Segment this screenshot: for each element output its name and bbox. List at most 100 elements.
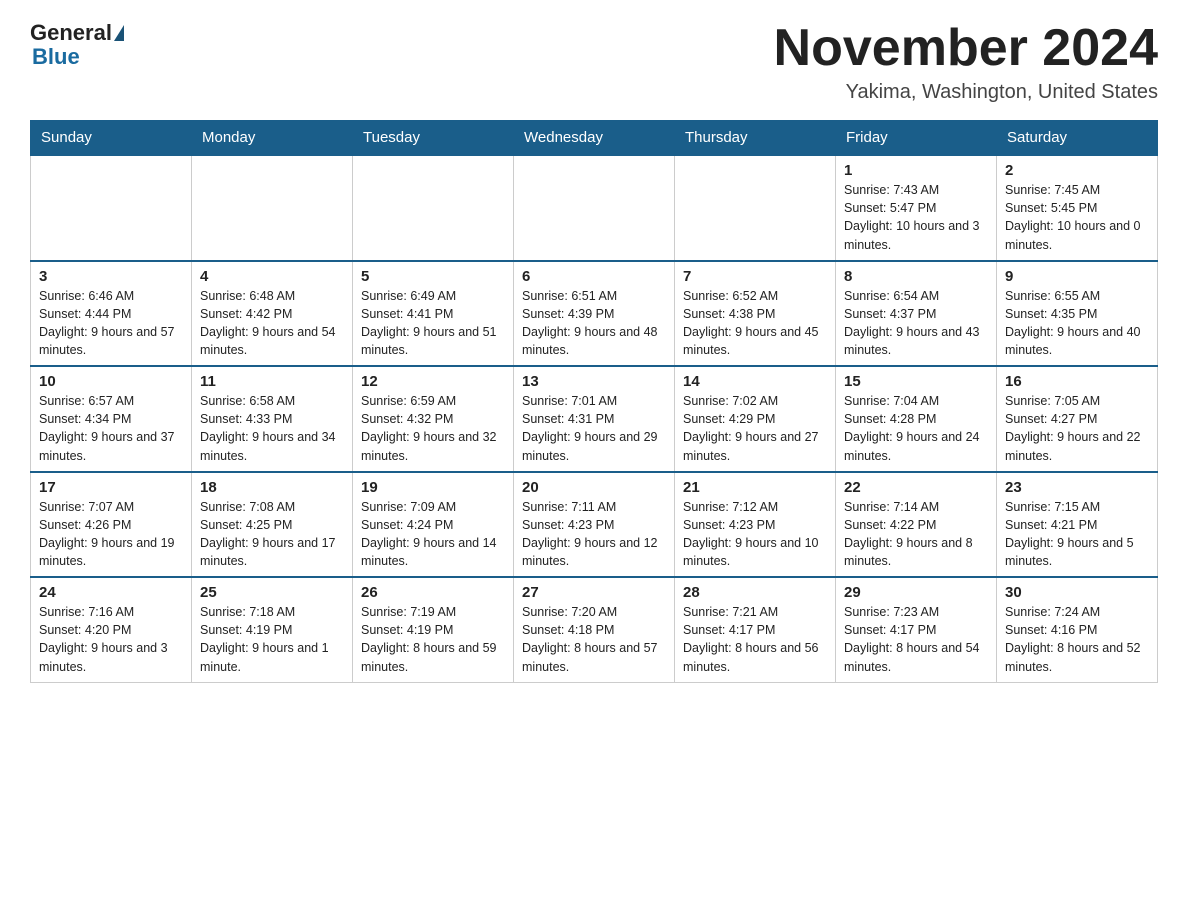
day-number: 19 <box>361 479 505 496</box>
day-number: 22 <box>844 479 988 496</box>
weekday-header-wednesday: Wednesday <box>514 121 675 156</box>
day-number: 24 <box>39 584 183 601</box>
week-row-3: 10 Sunrise: 6:57 AMSunset: 4:34 PMDayligh… <box>31 366 1158 472</box>
day-number: 26 <box>361 584 505 601</box>
day-info: Sunrise: 6:58 AMSunset: 4:33 PMDaylight:… <box>200 392 344 465</box>
calendar-cell: 19Sunrise: 7:09 AMSunset: 4:24 PMDayligh… <box>353 472 514 578</box>
day-number: 23 <box>1005 479 1149 496</box>
calendar-cell: 12 Sunrise: 6:59 AMSunset: 4:32 PMDayligh… <box>353 366 514 472</box>
weekday-header-row: SundayMondayTuesdayWednesdayThursdayFrid… <box>31 121 1158 156</box>
calendar-cell: 24Sunrise: 7:16 AMSunset: 4:20 PMDayligh… <box>31 577 192 682</box>
day-info: Sunrise: 7:21 AMSunset: 4:17 PMDaylight:… <box>683 603 827 676</box>
day-info: Sunrise: 7:45 AMSunset: 5:45 PMDaylight:… <box>1005 181 1149 254</box>
day-number: 1 <box>844 162 988 179</box>
day-info: Sunrise: 7:12 AMSunset: 4:23 PMDaylight:… <box>683 498 827 571</box>
day-number: 13 <box>522 373 666 390</box>
day-number: 7 <box>683 268 827 285</box>
calendar-cell: 5 Sunrise: 6:49 AMSunset: 4:41 PMDaylight… <box>353 261 514 367</box>
day-info: Sunrise: 7:11 AMSunset: 4:23 PMDaylight:… <box>522 498 666 571</box>
day-info: Sunrise: 7:23 AMSunset: 4:17 PMDaylight:… <box>844 603 988 676</box>
day-number: 3 <box>39 268 183 285</box>
weekday-header-friday: Friday <box>836 121 997 156</box>
calendar-cell: 9 Sunrise: 6:55 AMSunset: 4:35 PMDaylight… <box>997 261 1158 367</box>
day-info: Sunrise: 6:57 AMSunset: 4:34 PMDaylight:… <box>39 392 183 465</box>
day-info: Sunrise: 7:18 AMSunset: 4:19 PMDaylight:… <box>200 603 344 676</box>
day-number: 10 <box>39 373 183 390</box>
day-info: Sunrise: 6:46 AMSunset: 4:44 PMDaylight:… <box>39 287 183 360</box>
calendar-cell: 25 Sunrise: 7:18 AMSunset: 4:19 PMDayligh… <box>192 577 353 682</box>
calendar-cell: 2 Sunrise: 7:45 AMSunset: 5:45 PMDaylight… <box>997 155 1158 261</box>
day-info: Sunrise: 7:07 AMSunset: 4:26 PMDaylight:… <box>39 498 183 571</box>
day-number: 28 <box>683 584 827 601</box>
day-number: 16 <box>1005 373 1149 390</box>
day-info: Sunrise: 7:24 AMSunset: 4:16 PMDaylight:… <box>1005 603 1149 676</box>
calendar-cell: 11Sunrise: 6:58 AMSunset: 4:33 PMDayligh… <box>192 366 353 472</box>
calendar-cell: 1 Sunrise: 7:43 AMSunset: 5:47 PMDaylight… <box>836 155 997 261</box>
day-number: 29 <box>844 584 988 601</box>
day-number: 20 <box>522 479 666 496</box>
day-info: Sunrise: 6:54 AMSunset: 4:37 PMDaylight:… <box>844 287 988 360</box>
calendar-cell: 18Sunrise: 7:08 AMSunset: 4:25 PMDayligh… <box>192 472 353 578</box>
week-row-1: 1 Sunrise: 7:43 AMSunset: 5:47 PMDaylight… <box>31 155 1158 261</box>
calendar-cell: 14 Sunrise: 7:02 AMSunset: 4:29 PMDayligh… <box>675 366 836 472</box>
day-info: Sunrise: 7:02 AMSunset: 4:29 PMDaylight:… <box>683 392 827 465</box>
weekday-header-thursday: Thursday <box>675 121 836 156</box>
calendar-cell: 4Sunrise: 6:48 AMSunset: 4:42 PMDaylight… <box>192 261 353 367</box>
calendar-cell: 22 Sunrise: 7:14 AMSunset: 4:22 PMDayligh… <box>836 472 997 578</box>
weekday-header-sunday: Sunday <box>31 121 192 156</box>
day-info: Sunrise: 6:49 AMSunset: 4:41 PMDaylight:… <box>361 287 505 360</box>
calendar-cell <box>353 155 514 261</box>
day-info: Sunrise: 7:05 AMSunset: 4:27 PMDaylight:… <box>1005 392 1149 465</box>
week-row-5: 24Sunrise: 7:16 AMSunset: 4:20 PMDayligh… <box>31 577 1158 682</box>
day-info: Sunrise: 7:43 AMSunset: 5:47 PMDaylight:… <box>844 181 988 254</box>
calendar-cell: 13 Sunrise: 7:01 AMSunset: 4:31 PMDayligh… <box>514 366 675 472</box>
calendar-cell: 29 Sunrise: 7:23 AMSunset: 4:17 PMDayligh… <box>836 577 997 682</box>
day-number: 2 <box>1005 162 1149 179</box>
day-number: 15 <box>844 373 988 390</box>
logo-general-text: General <box>30 20 112 46</box>
calendar-cell: 26Sunrise: 7:19 AMSunset: 4:19 PMDayligh… <box>353 577 514 682</box>
calendar-cell: 8 Sunrise: 6:54 AMSunset: 4:37 PMDaylight… <box>836 261 997 367</box>
calendar-cell: 3 Sunrise: 6:46 AMSunset: 4:44 PMDaylight… <box>31 261 192 367</box>
logo-triangle-icon <box>114 25 124 41</box>
day-info: Sunrise: 6:55 AMSunset: 4:35 PMDaylight:… <box>1005 287 1149 360</box>
day-number: 27 <box>522 584 666 601</box>
logo: General Blue <box>30 20 126 70</box>
day-info: Sunrise: 6:51 AMSunset: 4:39 PMDaylight:… <box>522 287 666 360</box>
calendar-cell: 10 Sunrise: 6:57 AMSunset: 4:34 PMDayligh… <box>31 366 192 472</box>
title-area: November 2024 Yakima, Washington, United… <box>774 20 1158 104</box>
location-title: Yakima, Washington, United States <box>774 81 1158 104</box>
calendar-cell: 6 Sunrise: 6:51 AMSunset: 4:39 PMDaylight… <box>514 261 675 367</box>
day-number: 25 <box>200 584 344 601</box>
calendar-cell: 20 Sunrise: 7:11 AMSunset: 4:23 PMDayligh… <box>514 472 675 578</box>
calendar-cell: 23 Sunrise: 7:15 AMSunset: 4:21 PMDayligh… <box>997 472 1158 578</box>
day-number: 30 <box>1005 584 1149 601</box>
day-number: 9 <box>1005 268 1149 285</box>
day-info: Sunrise: 7:14 AMSunset: 4:22 PMDaylight:… <box>844 498 988 571</box>
day-info: Sunrise: 7:01 AMSunset: 4:31 PMDaylight:… <box>522 392 666 465</box>
calendar-cell: 17Sunrise: 7:07 AMSunset: 4:26 PMDayligh… <box>31 472 192 578</box>
weekday-header-saturday: Saturday <box>997 121 1158 156</box>
day-info: Sunrise: 6:59 AMSunset: 4:32 PMDaylight:… <box>361 392 505 465</box>
day-info: Sunrise: 7:15 AMSunset: 4:21 PMDaylight:… <box>1005 498 1149 571</box>
logo-blue-text: Blue <box>32 44 80 69</box>
calendar-cell <box>514 155 675 261</box>
day-number: 5 <box>361 268 505 285</box>
calendar-cell: 28 Sunrise: 7:21 AMSunset: 4:17 PMDayligh… <box>675 577 836 682</box>
day-number: 14 <box>683 373 827 390</box>
day-number: 8 <box>844 268 988 285</box>
day-number: 6 <box>522 268 666 285</box>
calendar-table: SundayMondayTuesdayWednesdayThursdayFrid… <box>30 120 1158 683</box>
calendar-cell <box>675 155 836 261</box>
day-info: Sunrise: 7:04 AMSunset: 4:28 PMDaylight:… <box>844 392 988 465</box>
logo-text: General <box>30 20 126 46</box>
day-info: Sunrise: 6:52 AMSunset: 4:38 PMDaylight:… <box>683 287 827 360</box>
day-number: 12 <box>361 373 505 390</box>
weekday-header-monday: Monday <box>192 121 353 156</box>
day-number: 21 <box>683 479 827 496</box>
week-row-2: 3 Sunrise: 6:46 AMSunset: 4:44 PMDaylight… <box>31 261 1158 367</box>
weekday-header-tuesday: Tuesday <box>353 121 514 156</box>
calendar-cell: 21 Sunrise: 7:12 AMSunset: 4:23 PMDayligh… <box>675 472 836 578</box>
day-info: Sunrise: 7:08 AMSunset: 4:25 PMDaylight:… <box>200 498 344 571</box>
calendar-cell: 15 Sunrise: 7:04 AMSunset: 4:28 PMDayligh… <box>836 366 997 472</box>
